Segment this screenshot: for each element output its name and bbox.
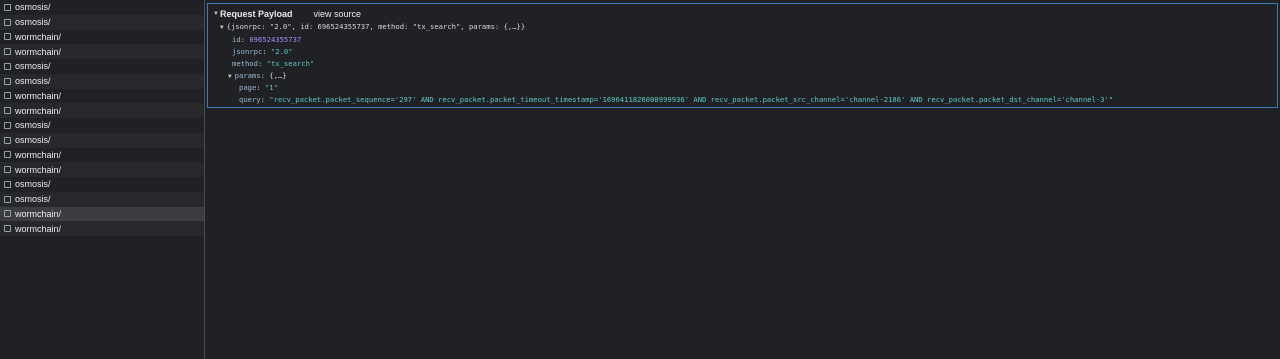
request-name: wormchain/ xyxy=(15,223,62,234)
request-name: osmosis/ xyxy=(15,135,51,146)
field-key: method xyxy=(232,59,258,68)
request-payload-header[interactable]: ▼ Request Payload view source xyxy=(213,7,361,21)
field-page: page: "1" xyxy=(239,83,278,92)
checkbox-icon[interactable] xyxy=(4,195,11,203)
request-name: osmosis/ xyxy=(15,194,51,205)
payload-summary: {jsonrpc: "2.0", id: 696524355737, metho… xyxy=(226,22,526,31)
request-row[interactable]: wormchain/ xyxy=(0,103,204,118)
request-row[interactable]: osmosis/ xyxy=(0,14,204,30)
request-row[interactable]: wormchain/ xyxy=(0,221,204,236)
field-value: "2.0" xyxy=(270,47,293,56)
request-row[interactable]: wormchain/ xyxy=(0,148,204,163)
request-row[interactable]: wormchain/ xyxy=(0,30,204,45)
field-query: query: "recv_packet.packet_sequence='297… xyxy=(239,95,1114,104)
request-name: wormchain/ xyxy=(15,105,62,116)
field-key: query xyxy=(239,95,261,104)
checkbox-icon[interactable] xyxy=(4,166,11,174)
request-row[interactable]: wormchain/ xyxy=(0,206,204,222)
request-details-panel: ▼ Request Payload view source ▼ {jsonrpc:… xyxy=(206,0,1280,359)
request-name: wormchain/ xyxy=(15,208,62,219)
request-name: wormchain/ xyxy=(15,164,62,175)
request-name: wormchain/ xyxy=(15,90,62,101)
request-name: osmosis/ xyxy=(15,76,51,87)
checkbox-icon[interactable] xyxy=(4,180,11,188)
payload-summary-line[interactable]: ▼ {jsonrpc: "2.0", id: 696524355737, meth… xyxy=(220,21,525,33)
request-row[interactable]: osmosis/ xyxy=(0,73,204,89)
view-source-link[interactable]: view source xyxy=(313,9,361,19)
field-key: page xyxy=(239,83,257,92)
field-jsonrpc: jsonrpc: "2.0" xyxy=(232,47,293,56)
field-params[interactable]: ▼ params: {,…} xyxy=(228,70,287,82)
checkbox-icon[interactable] xyxy=(4,92,11,100)
request-name: osmosis/ xyxy=(15,2,51,13)
field-key: jsonrpc xyxy=(232,47,263,56)
request-list: osmosis/osmosis/wormchain/wormchain/osmo… xyxy=(0,0,205,359)
checkbox-icon[interactable] xyxy=(4,107,11,115)
field-key: id xyxy=(232,35,241,44)
field-value: 696524355737 xyxy=(249,35,302,44)
request-name: osmosis/ xyxy=(15,61,51,72)
field-id: id: 696524355737 xyxy=(232,35,302,44)
field-value: "recv_packet.packet_sequence='297' AND r… xyxy=(269,95,1114,104)
expand-triangle-icon[interactable]: ▼ xyxy=(228,73,232,80)
request-row[interactable]: osmosis/ xyxy=(0,59,204,74)
checkbox-icon[interactable] xyxy=(4,121,11,129)
checkbox-icon[interactable] xyxy=(4,3,11,11)
request-name: wormchain/ xyxy=(15,46,62,57)
field-value: "1" xyxy=(264,83,278,92)
field-value: {,…} xyxy=(269,71,287,80)
request-row[interactable]: osmosis/ xyxy=(0,118,204,133)
request-name: osmosis/ xyxy=(15,120,51,131)
request-payload-section: ▼ Request Payload view source ▼ {jsonrpc:… xyxy=(207,3,1278,108)
expand-triangle-icon[interactable]: ▼ xyxy=(220,24,224,31)
request-row[interactable]: osmosis/ xyxy=(0,132,204,148)
field-value: "tx_search" xyxy=(266,59,315,68)
checkbox-icon[interactable] xyxy=(4,136,11,144)
request-row[interactable]: wormchain/ xyxy=(0,89,204,104)
expand-triangle-icon[interactable]: ▼ xyxy=(213,11,219,17)
field-key: params xyxy=(234,71,261,80)
request-name: wormchain/ xyxy=(15,31,62,42)
checkbox-icon[interactable] xyxy=(4,77,11,85)
checkbox-icon[interactable] xyxy=(4,33,11,41)
checkbox-icon[interactable] xyxy=(4,48,11,56)
checkbox-icon[interactable] xyxy=(4,225,11,233)
request-name: osmosis/ xyxy=(15,179,51,190)
request-row[interactable]: wormchain/ xyxy=(0,44,204,59)
request-row[interactable]: osmosis/ xyxy=(0,191,204,207)
checkbox-icon[interactable] xyxy=(4,151,11,159)
request-row[interactable]: osmosis/ xyxy=(0,177,204,192)
field-method: method: "tx_search" xyxy=(232,59,315,68)
checkbox-icon[interactable] xyxy=(4,62,11,70)
request-row[interactable]: wormchain/ xyxy=(0,162,204,177)
request-payload-title: Request Payload xyxy=(219,9,293,19)
checkbox-icon[interactable] xyxy=(4,210,11,218)
checkbox-icon[interactable] xyxy=(4,18,11,26)
request-name: osmosis/ xyxy=(15,17,51,28)
request-row[interactable]: osmosis/ xyxy=(0,0,204,15)
request-name: wormchain/ xyxy=(15,149,62,160)
